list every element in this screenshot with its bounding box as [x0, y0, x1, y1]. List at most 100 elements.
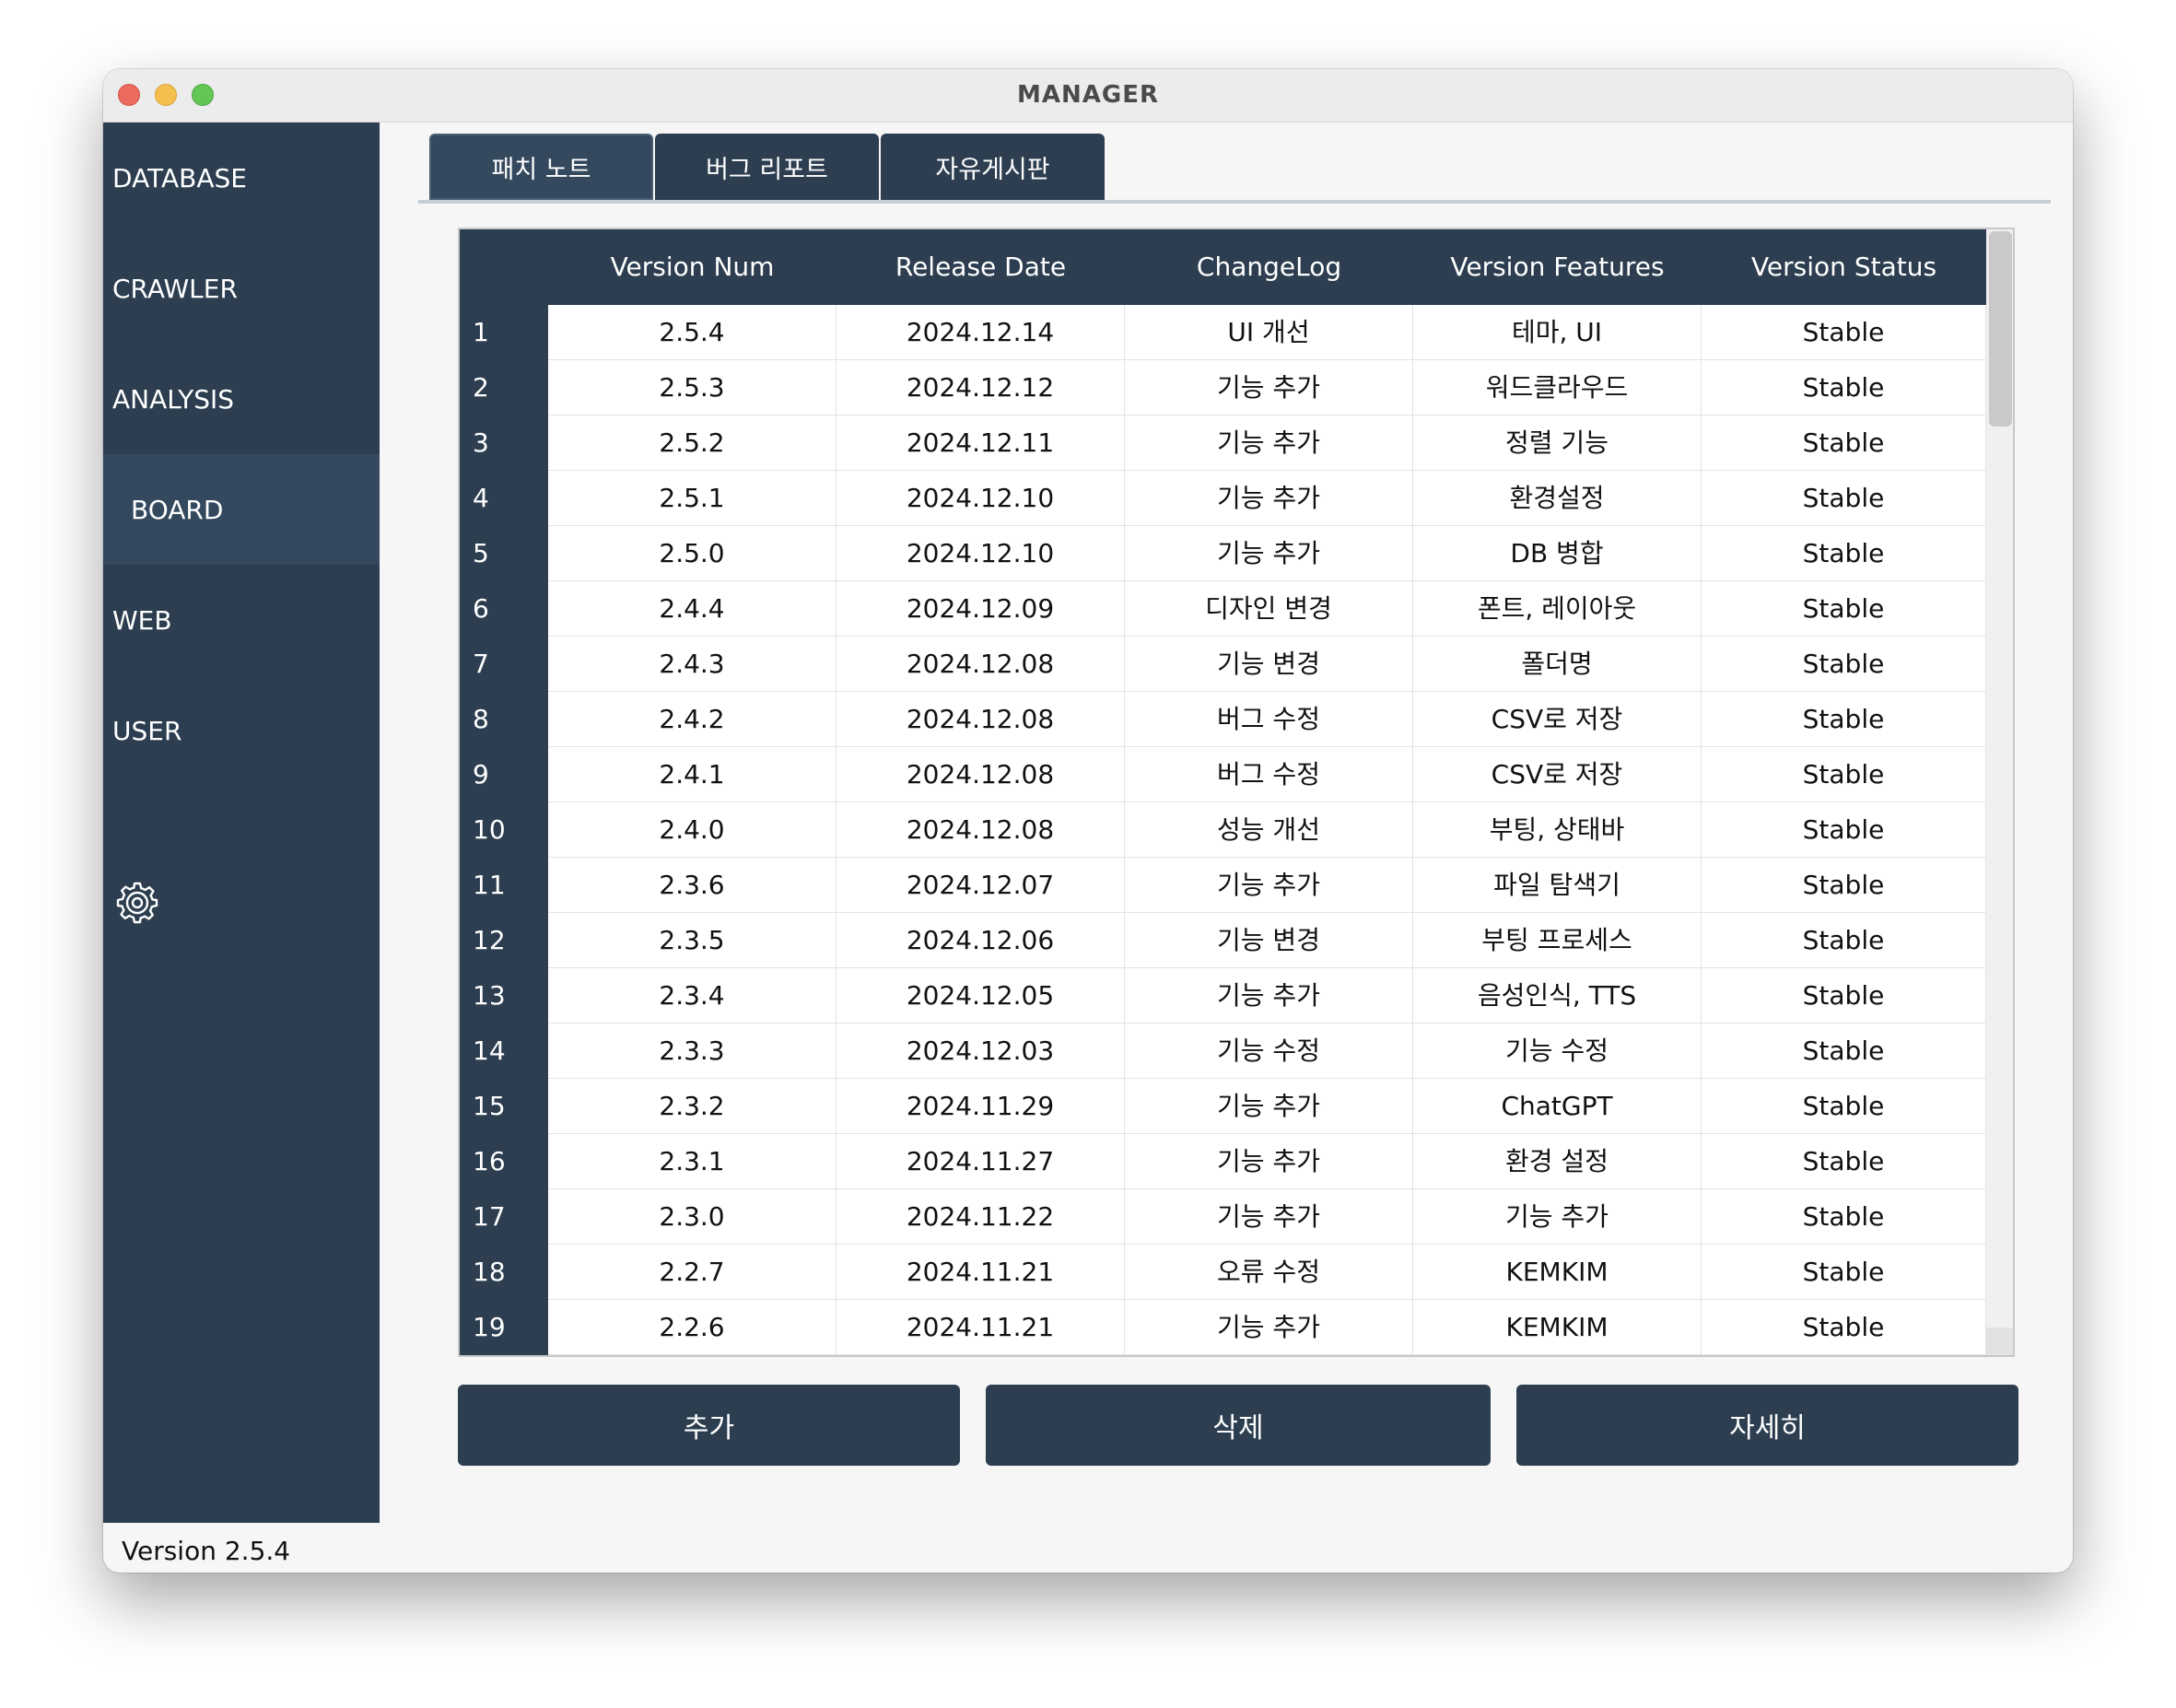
table-row[interactable]: 16 2.3.1 2024.11.27 기능 추가 환경 설정 Stable: [460, 1134, 1986, 1189]
changelog-cell[interactable]: 기능 수정: [1125, 1024, 1413, 1079]
release-date-cell[interactable]: 2024.12.03: [836, 1024, 1125, 1079]
features-cell[interactable]: 기능 수정: [1413, 1024, 1702, 1079]
status-cell[interactable]: Stable: [1702, 1300, 1986, 1355]
scroll-down-arrow[interactable]: [1986, 1328, 2013, 1355]
sidebar-item-web[interactable]: WEB: [103, 565, 380, 675]
sidebar-item-crawler[interactable]: CRAWLER: [103, 233, 380, 344]
version-num-cell[interactable]: 2.4.3: [548, 637, 836, 692]
status-cell[interactable]: Stable: [1702, 692, 1986, 747]
tab-patch-notes[interactable]: 패치 노트: [429, 134, 653, 200]
version-num-cell[interactable]: 2.4.2: [548, 692, 836, 747]
table-row[interactable]: 17 2.3.0 2024.11.22 기능 추가 기능 추가 Stable: [460, 1189, 1986, 1245]
status-cell[interactable]: Stable: [1702, 471, 1986, 526]
release-date-cell[interactable]: 2024.12.09: [836, 581, 1125, 637]
features-cell[interactable]: 폴더명: [1413, 637, 1702, 692]
table-row[interactable]: 2 2.5.3 2024.12.12 기능 추가 워드클라우드 Stable: [460, 360, 1986, 415]
release-date-cell[interactable]: 2024.12.14: [836, 305, 1125, 360]
features-cell[interactable]: 환경설정: [1413, 471, 1702, 526]
release-date-cell[interactable]: 2024.12.10: [836, 526, 1125, 581]
sidebar-item-database[interactable]: DATABASE: [103, 123, 380, 233]
status-cell[interactable]: Stable: [1702, 968, 1986, 1024]
release-date-cell[interactable]: 2024.12.08: [836, 747, 1125, 802]
version-num-cell[interactable]: 2.3.1: [548, 1134, 836, 1189]
features-cell[interactable]: 폰트, 레이아웃: [1413, 581, 1702, 637]
features-cell[interactable]: 정렬 기능: [1413, 415, 1702, 471]
version-num-cell[interactable]: 2.3.2: [548, 1079, 836, 1134]
features-cell[interactable]: 환경 설정: [1413, 1134, 1702, 1189]
table-row[interactable]: 4 2.5.1 2024.12.10 기능 추가 환경설정 Stable: [460, 471, 1986, 526]
version-num-cell[interactable]: 2.5.2: [548, 415, 836, 471]
release-date-cell[interactable]: 2024.12.07: [836, 858, 1125, 913]
features-cell[interactable]: 테마, UI: [1413, 305, 1702, 360]
table-row[interactable]: 7 2.4.3 2024.12.08 기능 변경 폴더명 Stable: [460, 637, 1986, 692]
release-date-cell[interactable]: 2024.12.08: [836, 802, 1125, 858]
sidebar-item-user[interactable]: USER: [103, 675, 380, 786]
version-num-cell[interactable]: 2.4.1: [548, 747, 836, 802]
table-row[interactable]: 19 2.2.6 2024.11.21 기능 추가 KEMKIM Stable: [460, 1300, 1986, 1355]
status-cell[interactable]: Stable: [1702, 1134, 1986, 1189]
changelog-cell[interactable]: UI 개선: [1125, 305, 1413, 360]
release-date-cell[interactable]: 2024.12.11: [836, 415, 1125, 471]
version-num-cell[interactable]: 2.5.0: [548, 526, 836, 581]
version-num-cell[interactable]: 2.2.7: [548, 1245, 836, 1300]
table-row[interactable]: 6 2.4.4 2024.12.09 디자인 변경 폰트, 레이아웃 Stable: [460, 581, 1986, 637]
detail-button[interactable]: 자세히: [1516, 1385, 2018, 1466]
status-cell[interactable]: Stable: [1702, 637, 1986, 692]
status-cell[interactable]: Stable: [1702, 1024, 1986, 1079]
features-cell[interactable]: KEMKIM: [1413, 1300, 1702, 1355]
table-row[interactable]: 3 2.5.2 2024.12.11 기능 추가 정렬 기능 Stable: [460, 415, 1986, 471]
sidebar-item-board[interactable]: BOARD: [103, 454, 380, 565]
changelog-cell[interactable]: 기능 추가: [1125, 1079, 1413, 1134]
changelog-cell[interactable]: 기능 추가: [1125, 526, 1413, 581]
table-row[interactable]: 13 2.3.4 2024.12.05 기능 추가 음성인식, TTS Stable: [460, 968, 1986, 1024]
changelog-cell[interactable]: 버그 수정: [1125, 747, 1413, 802]
table-row[interactable]: 9 2.4.1 2024.12.08 버그 수정 CSV로 저장 Stable: [460, 747, 1986, 802]
table-row[interactable]: 11 2.3.6 2024.12.07 기능 추가 파일 탐색기 Stable: [460, 858, 1986, 913]
changelog-cell[interactable]: 버그 수정: [1125, 692, 1413, 747]
features-cell[interactable]: 워드클라우드: [1413, 360, 1702, 415]
gear-icon[interactable]: [114, 880, 160, 926]
status-cell[interactable]: Stable: [1702, 526, 1986, 581]
table-row[interactable]: 18 2.2.7 2024.11.21 오류 수정 KEMKIM Stable: [460, 1245, 1986, 1300]
release-date-cell[interactable]: 2024.12.10: [836, 471, 1125, 526]
release-date-cell[interactable]: 2024.11.21: [836, 1245, 1125, 1300]
status-cell[interactable]: Stable: [1702, 581, 1986, 637]
table-row[interactable]: 12 2.3.5 2024.12.06 기능 변경 부팅 프로세스 Stable: [460, 913, 1986, 968]
release-date-cell[interactable]: 2024.11.21: [836, 1300, 1125, 1355]
delete-button[interactable]: 삭제: [986, 1385, 1491, 1466]
version-num-cell[interactable]: 2.3.5: [548, 913, 836, 968]
table-row[interactable]: 15 2.3.2 2024.11.29 기능 추가 ChatGPT Stable: [460, 1079, 1986, 1134]
column-header-release-date[interactable]: Release Date: [836, 229, 1125, 305]
version-num-cell[interactable]: 2.3.3: [548, 1024, 836, 1079]
changelog-cell[interactable]: 기능 추가: [1125, 968, 1413, 1024]
features-cell[interactable]: 파일 탐색기: [1413, 858, 1702, 913]
version-num-cell[interactable]: 2.5.1: [548, 471, 836, 526]
changelog-cell[interactable]: 기능 추가: [1125, 471, 1413, 526]
release-date-cell[interactable]: 2024.12.06: [836, 913, 1125, 968]
tab-free-board[interactable]: 자유게시판: [881, 134, 1105, 200]
column-header-version-status[interactable]: Version Status: [1702, 229, 1986, 305]
status-cell[interactable]: Stable: [1702, 913, 1986, 968]
version-num-cell[interactable]: 2.4.0: [548, 802, 836, 858]
version-num-cell[interactable]: 2.2.6: [548, 1300, 836, 1355]
release-date-cell[interactable]: 2024.11.22: [836, 1189, 1125, 1245]
sidebar-item-analysis[interactable]: ANALYSIS: [103, 344, 380, 454]
changelog-cell[interactable]: 디자인 변경: [1125, 581, 1413, 637]
features-cell[interactable]: 기능 추가: [1413, 1189, 1702, 1245]
release-date-cell[interactable]: 2024.12.08: [836, 637, 1125, 692]
status-cell[interactable]: Stable: [1702, 360, 1986, 415]
version-num-cell[interactable]: 2.3.6: [548, 858, 836, 913]
features-cell[interactable]: 음성인식, TTS: [1413, 968, 1702, 1024]
release-date-cell[interactable]: 2024.12.05: [836, 968, 1125, 1024]
table-row[interactable]: 14 2.3.3 2024.12.03 기능 수정 기능 수정 Stable: [460, 1024, 1986, 1079]
status-cell[interactable]: Stable: [1702, 1245, 1986, 1300]
version-num-cell[interactable]: 2.5.3: [548, 360, 836, 415]
changelog-cell[interactable]: 기능 추가: [1125, 1189, 1413, 1245]
tab-bug-report[interactable]: 버그 리포트: [655, 134, 879, 200]
changelog-cell[interactable]: 기능 추가: [1125, 360, 1413, 415]
version-num-cell[interactable]: 2.3.0: [548, 1189, 836, 1245]
table-row[interactable]: 5 2.5.0 2024.12.10 기능 추가 DB 병합 Stable: [460, 526, 1986, 581]
table-row[interactable]: 8 2.4.2 2024.12.08 버그 수정 CSV로 저장 Stable: [460, 692, 1986, 747]
status-cell[interactable]: Stable: [1702, 1189, 1986, 1245]
add-button[interactable]: 추가: [458, 1385, 960, 1466]
